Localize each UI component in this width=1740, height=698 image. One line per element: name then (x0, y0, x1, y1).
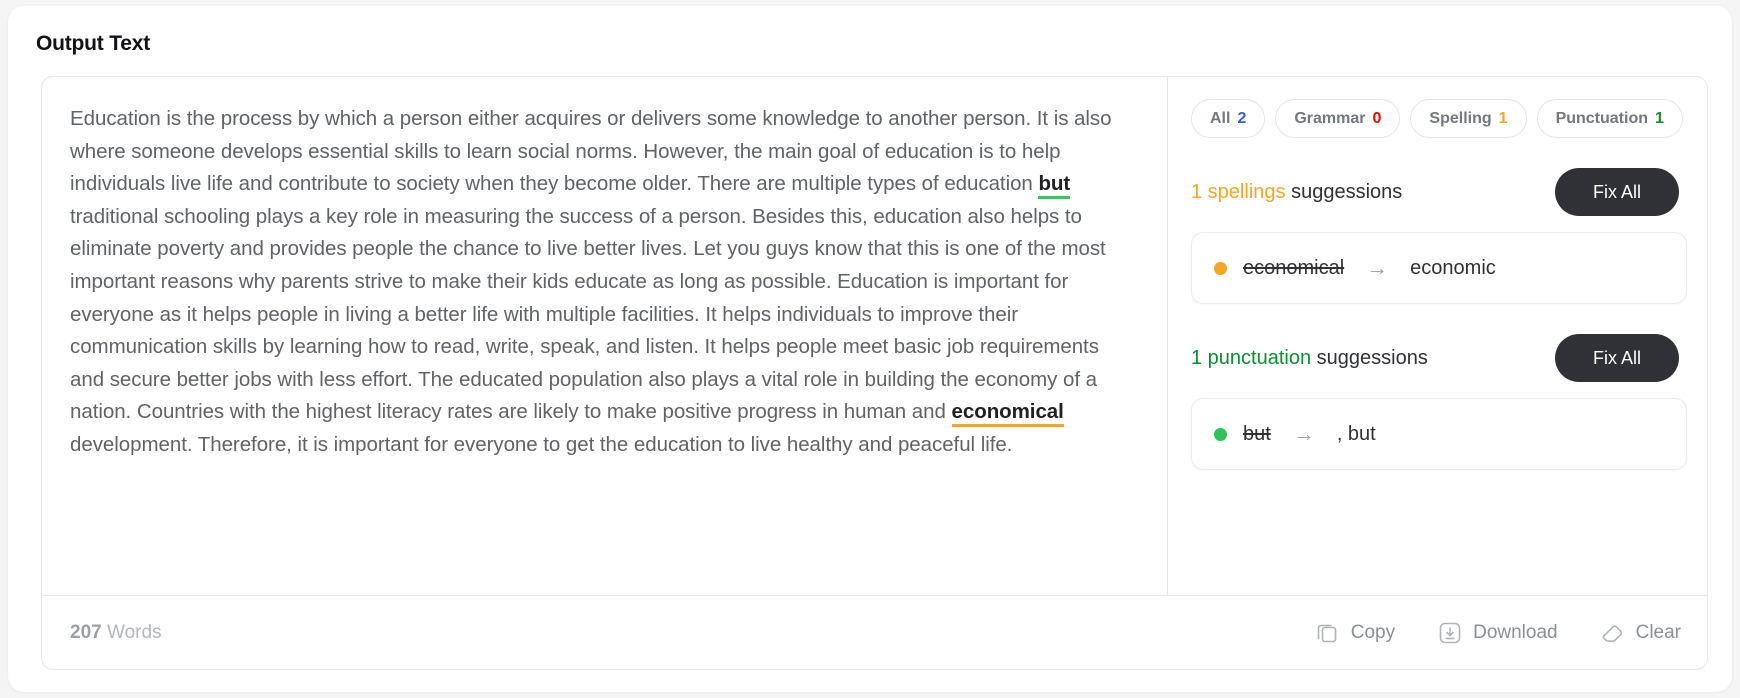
output-text-card: Output Text Education is the process by … (8, 6, 1732, 692)
suggestion-original-word: but (1243, 422, 1271, 445)
clear-button[interactable]: Clear (1600, 620, 1681, 646)
copy-label: Copy (1350, 622, 1396, 643)
suggestion-replacement-word: economic (1410, 256, 1496, 279)
suggestion-replacement-word: , but (1336, 422, 1376, 445)
download-button[interactable]: Download (1437, 620, 1558, 646)
tab-count: 0 (1372, 109, 1382, 127)
tab-label: All (1210, 109, 1231, 127)
suggestion-group-count: 1 spellings (1191, 180, 1286, 203)
tab-label: Grammar (1294, 109, 1366, 127)
tab-label: Punctuation (1555, 109, 1648, 127)
editor-footer: 207 Words Copy Download Clear (42, 595, 1707, 669)
text-segment-4: development. Therefore, it is important … (70, 432, 1013, 456)
output-text-body: Education is the process by which a pers… (70, 103, 1127, 462)
highlighted-word-but[interactable]: but (1038, 172, 1070, 200)
suggestion-item[interactable]: but → , but (1191, 398, 1687, 470)
download-icon (1437, 620, 1463, 646)
arrow-right-icon: → (1366, 255, 1389, 280)
arrow-right-icon: → (1292, 421, 1315, 446)
text-segment-0: Education is the process by which a pers… (70, 107, 1112, 196)
clear-label: Clear (1635, 622, 1681, 643)
suggestion-group-suffix: suggessions (1311, 346, 1428, 369)
tab-label: Spelling (1429, 109, 1492, 127)
fix-all-button-punctuation[interactable]: Fix All (1555, 334, 1679, 382)
page-root: Output Text Education is the process by … (0, 0, 1740, 698)
tab-count: 2 (1237, 109, 1247, 127)
suggestion-group-header: 1 punctuation suggessions Fix All (1191, 334, 1687, 382)
tab-spelling[interactable]: Spelling 1 (1410, 99, 1527, 138)
suggestion-item[interactable]: economical → economic (1191, 232, 1687, 304)
suggestion-group-header: 1 spellings suggessions Fix All (1191, 168, 1687, 216)
page-title: Output Text (36, 32, 151, 55)
copy-icon (1315, 620, 1341, 646)
suggestion-dot-icon (1214, 427, 1227, 441)
suggestion-group-suffix: suggessions (1285, 180, 1403, 203)
footer-actions: Copy Download Clear (1315, 620, 1681, 646)
suggestion-dot-icon (1214, 261, 1227, 275)
highlighted-word-economical[interactable]: economical (951, 400, 1064, 428)
word-count-number: 207 (70, 622, 102, 643)
suggestion-group-punctuation: 1 punctuation suggessions Fix All but → , bu… (1191, 334, 1687, 470)
fix-all-button-spelling[interactable]: Fix All (1555, 168, 1679, 216)
suggestion-groups: 1 spellings suggessions Fix All economical… (1191, 168, 1687, 470)
download-label: Download (1473, 622, 1558, 643)
tab-punctuation[interactable]: Punctuation 1 (1536, 99, 1683, 138)
suggestion-group-label: 1 spellings suggessions (1191, 181, 1402, 204)
suggestion-original-word: economical (1243, 256, 1345, 279)
eraser-icon (1600, 620, 1626, 646)
output-text-pane[interactable]: Education is the process by which a pers… (42, 77, 1168, 595)
suggestion-group-label: 1 punctuation suggessions (1191, 347, 1428, 370)
tab-count: 1 (1655, 109, 1664, 127)
suggestion-group-spelling: 1 spellings suggessions Fix All economical… (1191, 168, 1687, 304)
tab-count: 1 (1498, 109, 1508, 127)
copy-button[interactable]: Copy (1315, 620, 1395, 646)
category-tabs: All 2 Grammar 0 Spelling 1 Punctuation 1 (1191, 99, 1687, 138)
word-count-label: Words (101, 622, 162, 643)
editor-shell: Education is the process by which a pers… (41, 76, 1708, 670)
text-segment-2: traditional schooling plays a key role i… (70, 204, 1106, 424)
suggestions-pane: All 2 Grammar 0 Spelling 1 Punctuation 1 1 spel… (1169, 77, 1707, 595)
suggestion-group-count: 1 punctuation (1191, 346, 1312, 369)
tab-all[interactable]: All 2 (1191, 99, 1266, 138)
tab-grammar[interactable]: Grammar 0 (1275, 99, 1401, 138)
word-count: 207 Words (70, 622, 162, 644)
